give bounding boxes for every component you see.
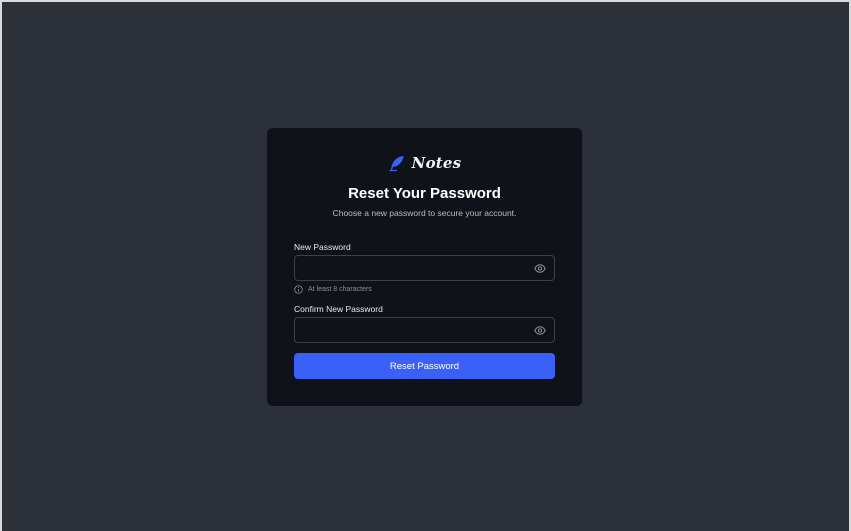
confirm-password-input[interactable] (295, 318, 525, 342)
brand-logo: Notes (267, 154, 582, 172)
page-subtitle: Choose a new password to secure your acc… (332, 208, 517, 218)
password-hint-text: At least 8 characters (308, 286, 372, 293)
confirm-password-label: Confirm New Password (294, 304, 383, 314)
brand-name: Notes (411, 154, 462, 172)
info-icon (294, 285, 303, 294)
reset-password-card: Notes Reset Your Password Choose a new p… (266, 127, 583, 407)
eye-icon[interactable] (534, 263, 546, 274)
new-password-label: New Password (294, 242, 351, 252)
page-title: Reset Your Password (348, 185, 501, 202)
new-password-field[interactable] (294, 255, 555, 281)
confirm-password-field[interactable] (294, 317, 555, 343)
feather-quill-icon (389, 155, 404, 172)
eye-icon[interactable] (534, 325, 546, 336)
new-password-input[interactable] (295, 256, 525, 280)
reset-password-button[interactable]: Reset Password (294, 353, 555, 379)
password-hint: At least 8 characters (294, 285, 372, 294)
